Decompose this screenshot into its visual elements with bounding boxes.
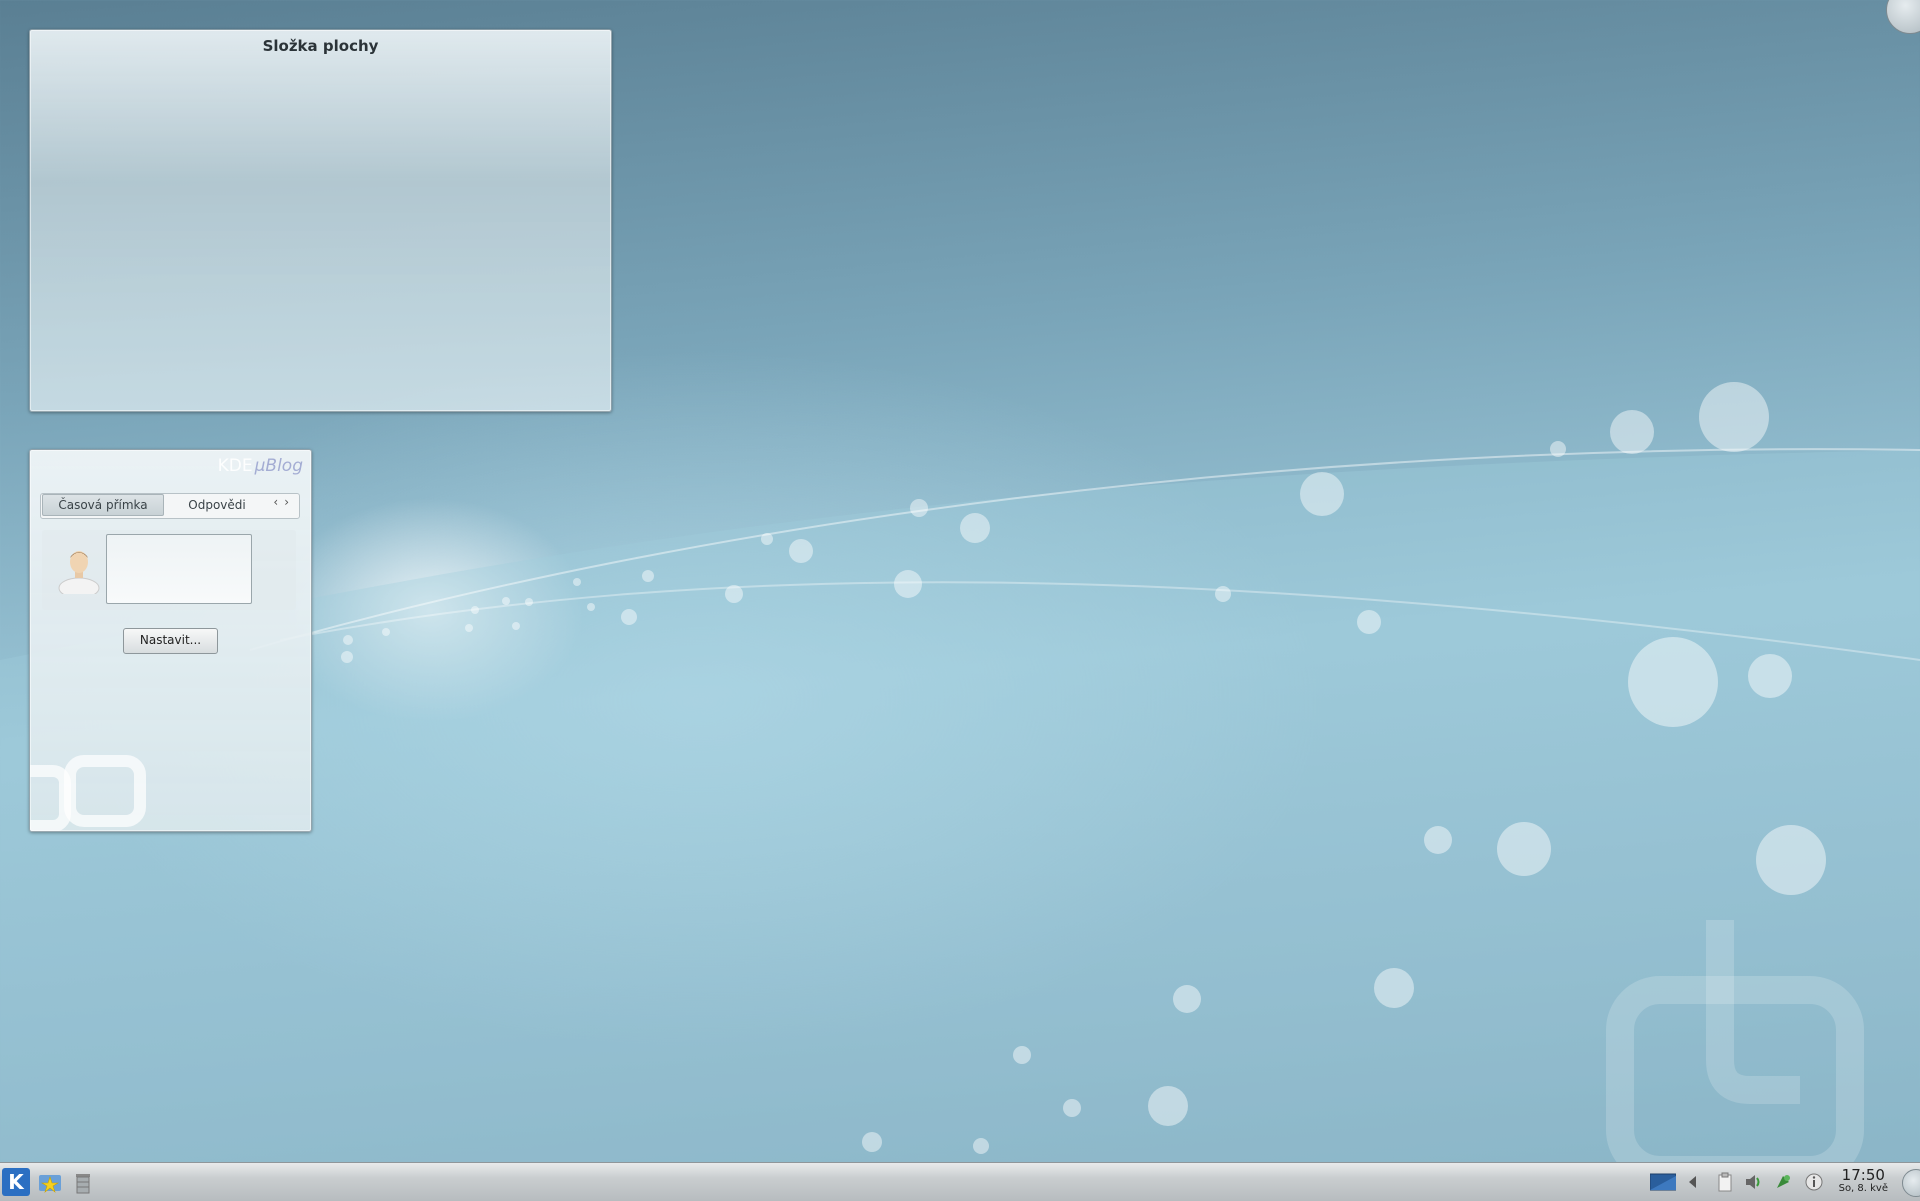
widget-background-decoration — [30, 755, 146, 831]
clock-date: So, 8. kvě — [1838, 1183, 1888, 1194]
ublog-logo-prefix: KDE — [217, 456, 253, 476]
folder-widget-title: Složka plochy — [262, 37, 379, 55]
chevron-left-icon[interactable]: ‹ — [273, 495, 284, 509]
panel-toolbox-button[interactable] — [1902, 1169, 1920, 1197]
volume-icon[interactable] — [1743, 1172, 1763, 1192]
network-icon[interactable] — [1773, 1172, 1793, 1192]
tray-expand-arrow-icon[interactable] — [1686, 1172, 1700, 1192]
ublog-tabbar: Časová přímka Odpovědi ‹› — [40, 493, 300, 519]
star-folder-icon[interactable] — [37, 1169, 63, 1195]
post-input[interactable] — [106, 534, 252, 604]
kde-menu-icon[interactable]: K — [2, 1168, 30, 1196]
user-avatar-icon — [58, 551, 100, 594]
configure-button[interactable]: Nastavit... — [123, 628, 218, 654]
trash-icon[interactable] — [70, 1169, 96, 1195]
ublog-logo: KDE µBlog — [218, 456, 303, 476]
clock-time: 17:50 — [1841, 1166, 1885, 1184]
notifications-info-icon[interactable] — [1804, 1172, 1824, 1192]
ublog-logo-text: µBlog — [254, 456, 303, 476]
pager-icon[interactable] — [1650, 1172, 1676, 1192]
folder-view-widget[interactable]: Složka plochy — [29, 29, 612, 412]
compose-area — [42, 530, 296, 610]
tab-scroll-arrows[interactable]: ‹› — [273, 495, 295, 509]
digital-clock[interactable]: 17:50 So, 8. kvě — [1839, 1167, 1888, 1195]
chevron-right-icon[interactable]: › — [284, 495, 295, 509]
tab-replies[interactable]: Odpovědi — [167, 495, 267, 515]
tab-timeline[interactable]: Časová přímka — [42, 494, 164, 516]
microblog-widget[interactable]: KDE µBlog Časová přímka Odpovědi ‹› Nasta… — [29, 449, 312, 832]
taskbar: K 17:50 So, 8. kvě — [0, 1162, 1920, 1201]
clipboard-icon[interactable] — [1715, 1172, 1735, 1192]
